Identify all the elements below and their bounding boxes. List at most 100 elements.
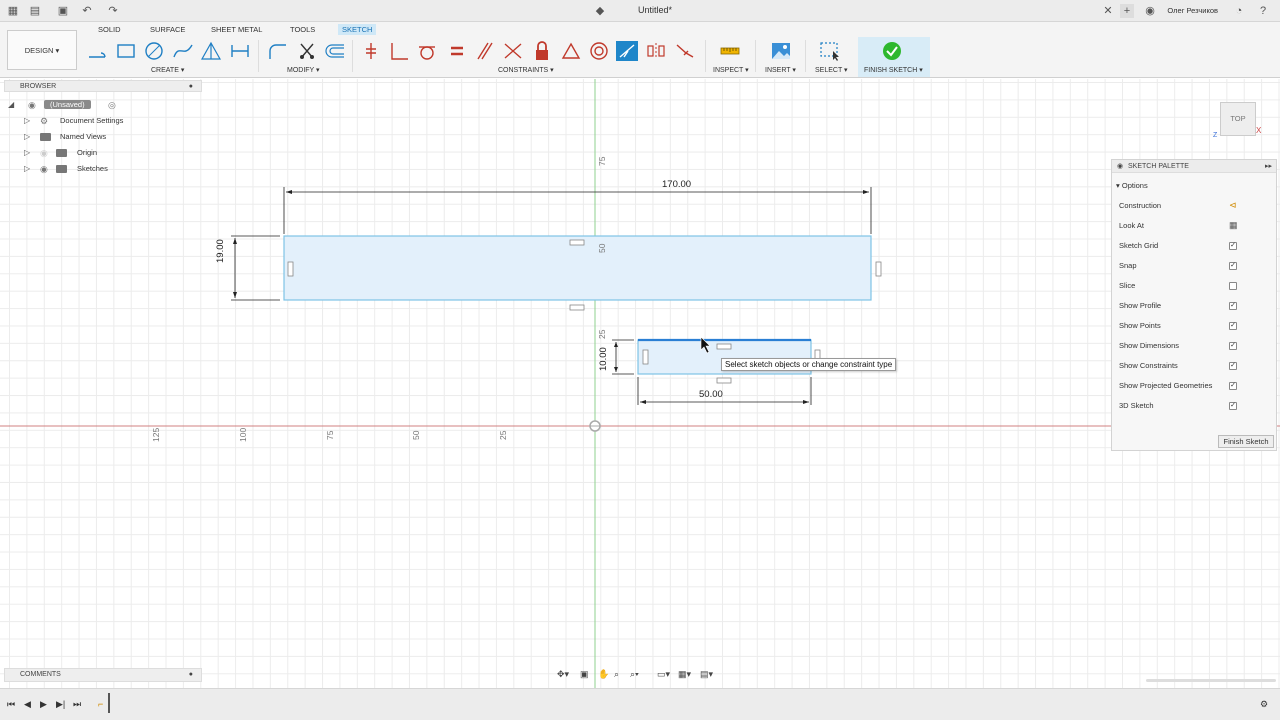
visibility-eye-icon[interactable]: ◉ <box>40 146 48 160</box>
new-tab-icon[interactable]: + <box>1120 4 1134 18</box>
timeline-prev-icon[interactable]: ◀ <box>24 699 31 710</box>
timeline-play-icon[interactable]: ▶ <box>40 699 47 710</box>
expand-panel-icon[interactable]: ▸▸ <box>1265 160 1272 173</box>
tree-item-document-settings[interactable]: ▷ ⚙ Document Settings <box>8 114 198 128</box>
show-points-checkbox[interactable]: ✓ <box>1229 322 1237 330</box>
user-name[interactable]: Олег Резчиков <box>1167 6 1218 15</box>
pan-icon[interactable]: ✋ <box>598 669 609 680</box>
show-projected-geometries-checkbox[interactable]: ✓ <box>1229 382 1237 390</box>
curvature-constraint-icon[interactable] <box>674 41 696 61</box>
browser-panel-header[interactable]: BROWSER ● <box>4 80 202 92</box>
trim-tool-icon[interactable] <box>296 41 318 61</box>
fillet-tool-icon[interactable] <box>266 41 288 61</box>
tree-item-named-views[interactable]: ▷ Named Views <box>8 130 198 144</box>
sketch-palette-header[interactable]: ◉ SKETCH PALETTE ▸▸ <box>1112 160 1276 173</box>
show-dimensions-checkbox[interactable]: ✓ <box>1229 342 1237 350</box>
construction-icon[interactable]: ⊲ <box>1229 200 1237 211</box>
display-settings-icon[interactable]: ▭▾ <box>657 669 670 680</box>
zoom-window-icon[interactable]: ⌕▾ <box>630 669 639 680</box>
close-tab-icon[interactable]: ✕ <box>1101 4 1115 18</box>
tree-item-sketches[interactable]: ▷ ◉ Sketches <box>8 162 198 176</box>
tree-item-origin[interactable]: ▷ ◉ Origin <box>8 146 198 160</box>
select-menu[interactable]: SELECT ▾ <box>815 66 848 74</box>
show-profile-checkbox[interactable]: ✓ <box>1229 302 1237 310</box>
extensions-icon[interactable]: ◉ <box>1143 4 1157 18</box>
insert-menu[interactable]: INSERT ▾ <box>765 66 796 74</box>
palette-pin-icon[interactable]: ◉ <box>1117 160 1123 173</box>
measure-tool-icon[interactable] <box>719 41 741 61</box>
activate-radio-icon[interactable]: ◎ <box>108 98 116 112</box>
expand-arrow-icon[interactable]: ▷ <box>24 162 34 176</box>
dimension-value-19[interactable]: 19.00 <box>215 239 226 263</box>
viewports-icon[interactable]: ▤▾ <box>700 669 713 680</box>
slice-checkbox[interactable] <box>1229 282 1237 290</box>
horizontal-vertical-constraint-icon[interactable] <box>360 41 382 61</box>
dimension-value-10[interactable]: 10.00 <box>598 347 609 371</box>
expand-arrow-icon[interactable]: ▷ <box>24 146 34 160</box>
zoom-icon[interactable]: ⌕ <box>614 669 619 680</box>
polygon-tool-icon[interactable] <box>200 41 222 61</box>
inspect-menu[interactable]: INSPECT ▾ <box>713 66 749 74</box>
look-at-icon[interactable]: ▦ <box>1229 220 1238 231</box>
3d-sketch-checkbox[interactable]: ✓ <box>1229 402 1237 410</box>
timeline-next-icon[interactable]: ▶| <box>56 699 65 710</box>
snap-checkbox[interactable]: ✓ <box>1229 262 1237 270</box>
parallel-constraint-icon[interactable] <box>474 41 496 61</box>
sketch-grid-checkbox[interactable]: ✓ <box>1229 242 1237 250</box>
sketch-rectangle-large[interactable] <box>283 235 872 301</box>
option-look-at[interactable]: Look At <box>1119 221 1144 230</box>
look-at-nav-icon[interactable]: ▣ <box>580 669 589 680</box>
line-tool-icon[interactable] <box>86 41 108 61</box>
midpoint-constraint-icon[interactable] <box>560 41 582 61</box>
vertical-constraint-glyph[interactable] <box>875 261 882 277</box>
rectangle-tool-icon[interactable] <box>115 41 137 61</box>
panel-options-icon[interactable]: ● <box>189 81 193 92</box>
panel-options-icon[interactable]: ● <box>189 669 193 681</box>
collinear-constraint-icon[interactable] <box>616 41 638 61</box>
help-icon[interactable]: ? <box>1256 4 1270 18</box>
horizontal-constraint-glyph[interactable] <box>569 304 585 311</box>
finish-sketch-check-icon[interactable] <box>881 41 903 61</box>
workspace-switcher-button[interactable]: DESIGN ▾ <box>7 30 77 70</box>
notifications-icon[interactable]: ◔ <box>1232 4 1246 18</box>
tab-solid[interactable]: SOLID <box>96 25 123 34</box>
concentric-constraint-icon[interactable] <box>588 41 610 61</box>
coincident-constraint-icon[interactable] <box>388 41 410 61</box>
constraints-menu[interactable]: CONSTRAINTS ▾ <box>498 66 554 74</box>
perpendicular-constraint-icon[interactable] <box>502 41 524 61</box>
option-construction[interactable]: Construction <box>1119 201 1161 210</box>
expand-arrow-icon[interactable]: ▷ <box>24 130 34 144</box>
dimension-value-170[interactable]: 170.00 <box>662 179 691 190</box>
timeline-last-icon[interactable]: ⏭ <box>73 699 81 710</box>
vertical-constraint-glyph[interactable] <box>287 261 294 277</box>
dimension-value-50[interactable]: 50.00 <box>699 389 723 400</box>
options-section-toggle[interactable]: ▾ Options <box>1116 181 1148 190</box>
collapse-arrow-icon[interactable]: ◢ <box>8 98 18 112</box>
vertical-constraint-glyph[interactable] <box>642 349 649 365</box>
orbit-icon[interactable]: ✥▾ <box>557 669 569 680</box>
offset-tool-icon[interactable] <box>324 41 346 61</box>
timeline-marker[interactable] <box>108 693 110 713</box>
timeline-settings-gear-icon[interactable]: ⚙ <box>1260 699 1268 710</box>
comments-panel-header[interactable]: COMMENTS ● <box>4 668 202 682</box>
modify-menu[interactable]: MODIFY ▾ <box>287 66 320 74</box>
tab-surface[interactable]: SURFACE <box>148 25 187 34</box>
tab-sheet-metal[interactable]: SHEET METAL <box>209 25 264 34</box>
tree-item-root[interactable]: ◢ ◉ (Unsaved) ◎ <box>8 98 198 112</box>
horizontal-constraint-glyph[interactable] <box>716 343 732 350</box>
tab-sketch[interactable]: SKETCH <box>338 24 377 35</box>
expand-arrow-icon[interactable]: ▷ <box>24 114 34 128</box>
fix-constraint-icon[interactable] <box>531 41 553 61</box>
insert-image-icon[interactable] <box>770 41 792 61</box>
grid-settings-icon[interactable]: ▦▾ <box>678 669 691 680</box>
timeline-sketch-feature-icon[interactable]: ⌐ <box>98 699 103 709</box>
create-menu[interactable]: CREATE ▾ <box>151 66 184 74</box>
finish-sketch-button[interactable]: FINISH SKETCH ▾ <box>864 66 923 74</box>
visibility-eye-icon[interactable]: ◉ <box>28 98 36 112</box>
horizontal-constraint-glyph[interactable] <box>569 239 585 246</box>
spline-tool-icon[interactable] <box>172 41 194 61</box>
visibility-eye-icon[interactable]: ◉ <box>40 162 48 176</box>
view-cube[interactable]: TOP <box>1220 102 1256 136</box>
tangent-constraint-icon[interactable] <box>416 41 438 61</box>
horizontal-constraint-glyph[interactable] <box>716 377 732 384</box>
